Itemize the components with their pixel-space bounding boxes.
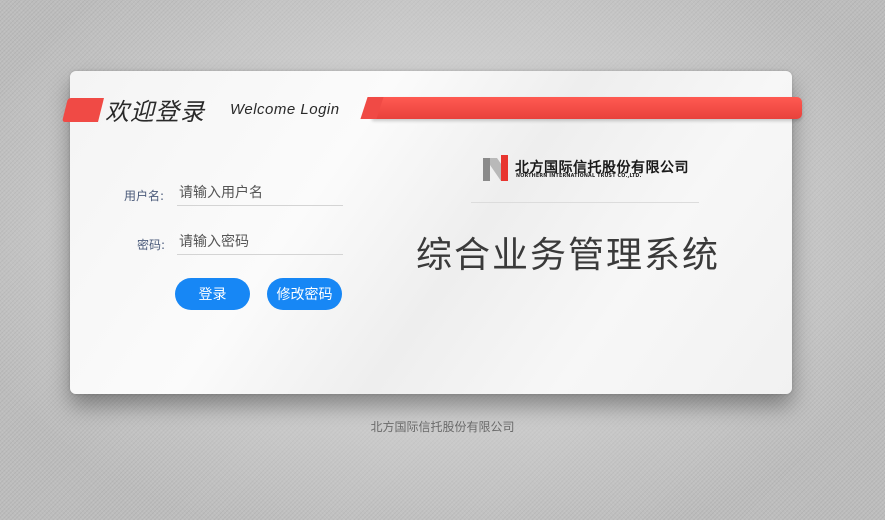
brand-divider [471,202,699,203]
footer-company: 北方国际信托股份有限公司 [370,420,515,434]
welcome-subtitle: Welcome Login [230,101,340,118]
ribbon-right-segment [372,97,802,119]
brand-name-en: NORTHERN INTERNATIONAL TRUST CO.,LTD. [516,174,642,179]
welcome-title: 欢迎登录 [105,98,205,126]
n-shaped-brand-logo-icon [483,155,508,181]
password-label: 密码: [137,238,166,252]
login-button[interactable]: 登录 [175,278,250,310]
password-input[interactable] [177,230,343,255]
system-title: 综合业务管理系统 [416,235,721,276]
brand-logo: 北方国际信托股份有限公司 NORTHERN INTERNATIONAL TRUS… [481,154,696,184]
username-label: 用户名: [124,189,165,203]
ribbon-left-segment [62,98,104,122]
change-password-button[interactable]: 修改密码 [267,278,342,310]
username-input[interactable] [177,181,343,206]
